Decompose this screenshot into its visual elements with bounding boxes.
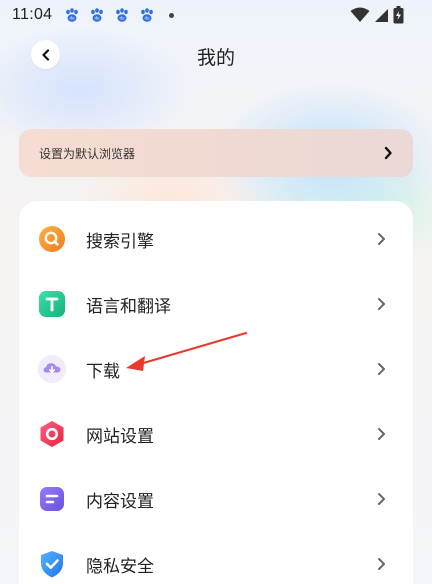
cell-signal-icon (375, 9, 388, 22)
menu-item-language-translate[interactable]: 语言和翻译 (19, 272, 413, 336)
menu-item-search-engine[interactable]: 搜索引擎 (19, 207, 413, 271)
wifi-icon (350, 7, 370, 22)
more-notifications-dot (169, 12, 175, 18)
baidu-paw-icon: du (91, 8, 104, 22)
battery-icon (393, 6, 404, 24)
translate-icon (37, 289, 67, 319)
baidu-paw-icon: du (141, 8, 154, 22)
svg-text:du: du (95, 16, 101, 21)
content-settings-icon (37, 484, 67, 514)
chevron-right-icon (378, 428, 385, 440)
shield-check-icon (37, 549, 67, 579)
menu-item-label: 网站设置 (86, 426, 154, 447)
menu-item-content-settings[interactable]: 内容设置 (19, 467, 413, 531)
menu-item-website-settings[interactable]: 网站设置 (19, 402, 413, 466)
menu-item-privacy-security[interactable]: 隐私安全 (19, 532, 413, 584)
notification-icons: du du du du (64, 7, 155, 23)
svg-text:du: du (70, 16, 76, 21)
baidu-paw-icon: du (66, 8, 79, 22)
banner-label: 设置为默认浏览器 (39, 146, 136, 161)
svg-text:du: du (145, 16, 151, 21)
download-cloud-icon (37, 354, 67, 384)
menu-item-label: 内容设置 (86, 491, 154, 512)
system-indicators (350, 6, 404, 24)
chevron-right-icon (378, 298, 385, 310)
status-bar: 11:04 du du du du (0, 0, 432, 30)
menu-item-download[interactable]: 下载 (19, 337, 413, 401)
chevron-right-icon (378, 233, 385, 245)
menu-item-label: 搜索引擎 (86, 231, 154, 252)
page-title: 我的 (196, 47, 235, 69)
chevron-right-icon (378, 558, 385, 570)
search-engine-icon (37, 224, 67, 254)
website-settings-icon (37, 419, 67, 449)
status-time: 11:04 (12, 6, 53, 23)
set-default-browser-banner[interactable]: 设置为默认浏览器 (19, 129, 413, 177)
chevron-right-icon (378, 363, 385, 375)
chevron-right-icon (384, 146, 392, 160)
svg-text:du: du (120, 16, 126, 21)
baidu-paw-icon: du (116, 8, 129, 22)
settings-menu-card: 搜索引擎 语言和翻译 下载 网站设置 内容设置 隐私安全 (19, 201, 413, 584)
menu-item-label: 下载 (86, 361, 120, 382)
menu-item-label: 隐私安全 (86, 556, 154, 577)
menu-item-label: 语言和翻译 (86, 296, 171, 317)
chevron-right-icon (378, 493, 385, 505)
